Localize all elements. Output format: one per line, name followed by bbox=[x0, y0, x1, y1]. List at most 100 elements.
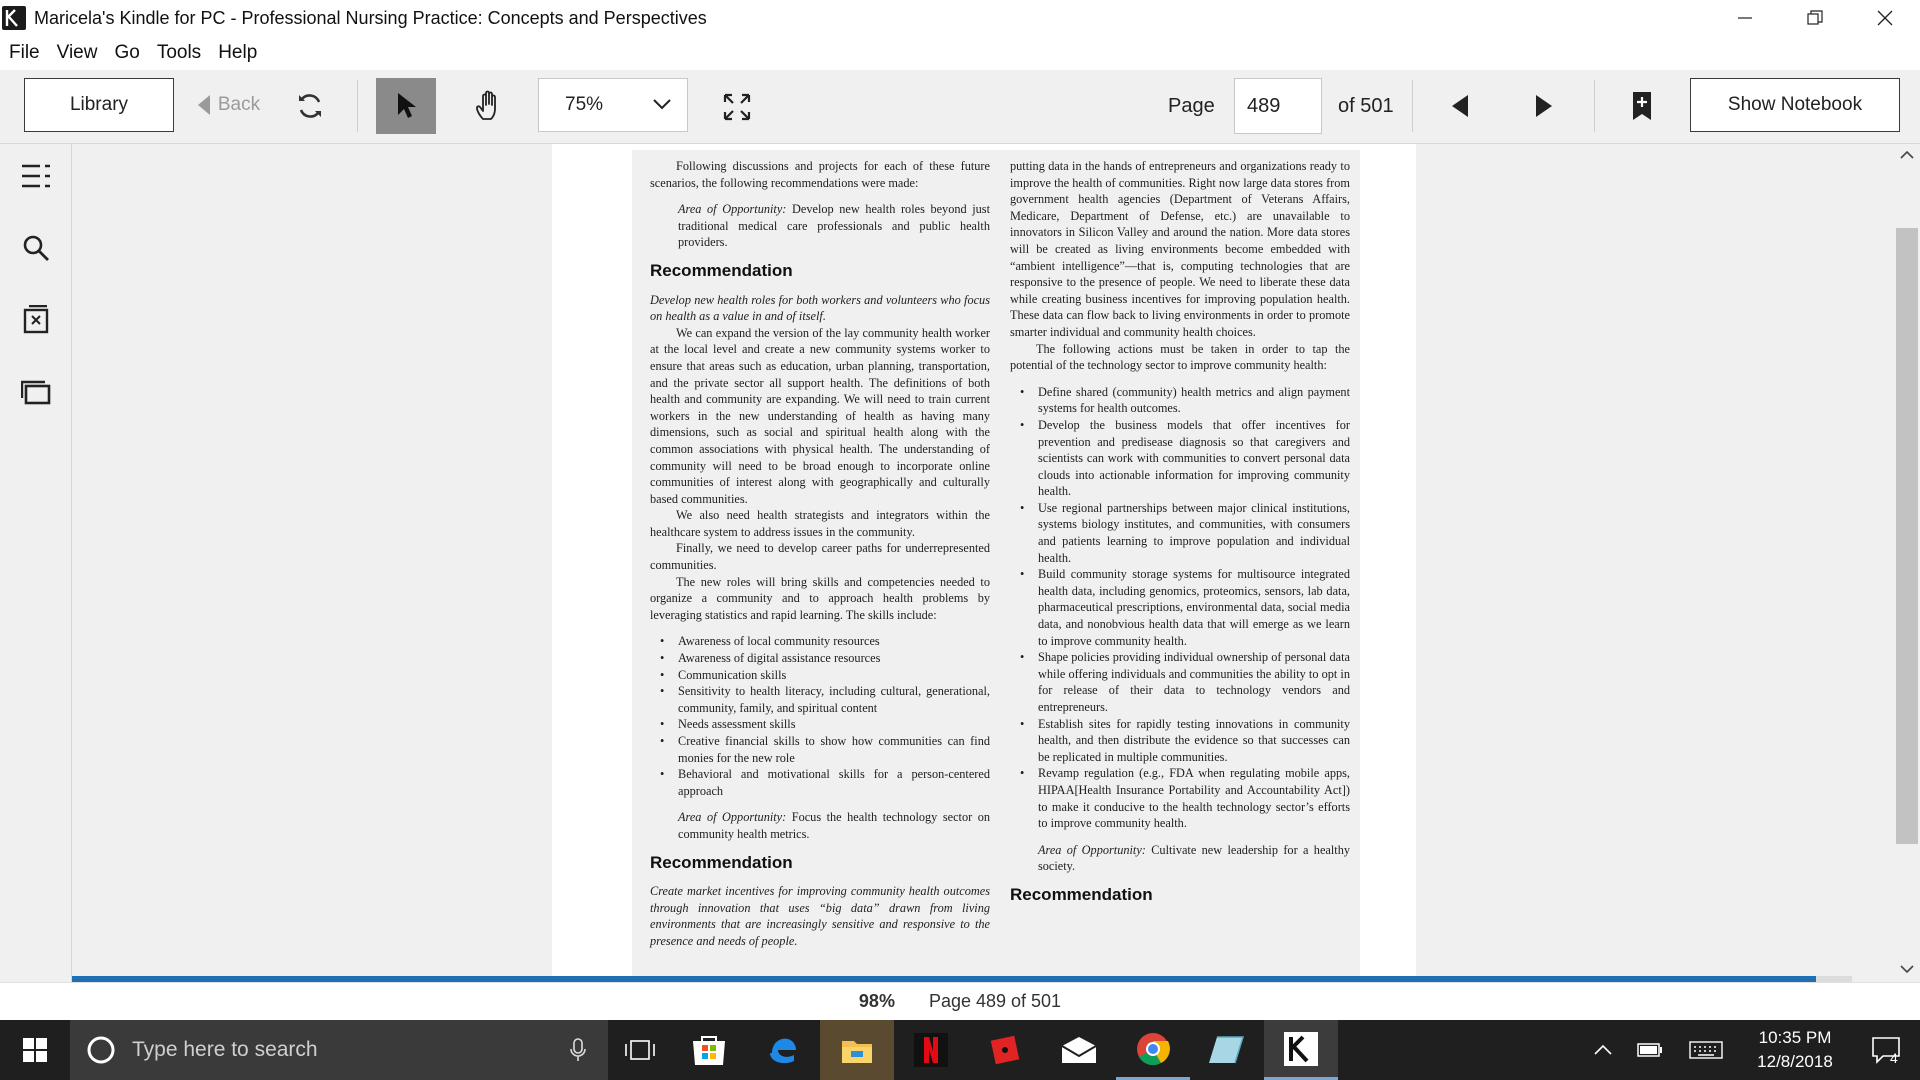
menu-go[interactable]: Go bbox=[105, 42, 147, 64]
toolbar-divider bbox=[1594, 80, 1595, 132]
chevron-down-icon bbox=[653, 99, 671, 110]
toolbar: Library Back 75% Page 489 of 501 Show No… bbox=[0, 70, 1920, 144]
task-view-button[interactable] bbox=[608, 1020, 672, 1080]
search-book-button[interactable] bbox=[18, 230, 54, 266]
chevron-up-icon bbox=[1594, 1044, 1612, 1055]
recommendation-heading: Recommendation bbox=[650, 852, 793, 872]
back-button[interactable]: Back bbox=[188, 78, 268, 132]
taskbar-store-app[interactable] bbox=[672, 1020, 746, 1080]
bullet-list-item: Build community storage systems for mult… bbox=[1010, 566, 1350, 649]
window-title: Maricela's Kindle for PC - Professional … bbox=[34, 7, 707, 28]
page-total: of 501 bbox=[1338, 94, 1394, 117]
kindle-reader-icon bbox=[1284, 1031, 1318, 1066]
microsoft-store-icon bbox=[693, 1036, 725, 1065]
cards-stack-icon bbox=[21, 380, 51, 405]
notes-app-icon bbox=[1209, 1036, 1245, 1064]
bullet-list-item: Define shared (community) health metrics… bbox=[1010, 384, 1350, 417]
taskbar-search-box[interactable]: Type here to search bbox=[70, 1020, 608, 1080]
bullet-list-item: Revamp regulation (e.g., FDA when regula… bbox=[1010, 765, 1350, 831]
scroll-down-icon[interactable] bbox=[1900, 964, 1914, 974]
full-screen-button[interactable] bbox=[716, 86, 758, 128]
bullet-list-item: Awareness of digital assistance resource… bbox=[650, 650, 990, 667]
status-bar: 98% Page 489 of 501 bbox=[0, 982, 1920, 1020]
book-left-column: Following discussions and projects for e… bbox=[650, 158, 990, 950]
notes-cards-button[interactable] bbox=[18, 374, 54, 410]
menu-tools[interactable]: Tools bbox=[148, 42, 209, 64]
book-page[interactable]: Following discussions and projects for e… bbox=[632, 150, 1360, 976]
table-of-contents-button[interactable] bbox=[18, 158, 54, 194]
add-bookmark-button[interactable] bbox=[1624, 84, 1660, 128]
action-center-button[interactable]: 4 bbox=[1858, 1020, 1914, 1080]
hand-tool-button[interactable] bbox=[468, 84, 512, 128]
bullet-list-item: Needs assessment skills bbox=[650, 716, 990, 733]
bullet-list-item: Sensitivity to health literacy, includin… bbox=[650, 683, 990, 716]
taskbar-notes-app[interactable] bbox=[1190, 1020, 1264, 1080]
chrome-browser-icon bbox=[1137, 1032, 1170, 1065]
clock-time: 10:35 PM bbox=[1758, 1028, 1832, 1047]
zoom-dropdown[interactable]: 75% bbox=[538, 78, 688, 132]
select-tool-button[interactable] bbox=[376, 78, 436, 134]
hand-icon bbox=[476, 90, 496, 120]
kindle-reader-icon bbox=[2, 6, 26, 30]
bullet-list-item: Use regional partnerships between major … bbox=[1010, 500, 1350, 566]
taskbar-edge-app[interactable] bbox=[746, 1020, 820, 1080]
area-of-opportunity-term: Area of Opportunity: bbox=[678, 202, 787, 217]
taskbar-kindle-app[interactable] bbox=[1264, 1020, 1338, 1080]
minimize-button[interactable] bbox=[1710, 0, 1780, 36]
menu-view[interactable]: View bbox=[48, 42, 106, 64]
taskbar-chrome-app[interactable] bbox=[1116, 1020, 1190, 1080]
scroll-up-icon[interactable] bbox=[1900, 150, 1914, 160]
bullet-list-item: Awareness of local community resources bbox=[650, 633, 990, 650]
bullet-list-item: Develop the business models that offer i… bbox=[1010, 417, 1350, 500]
body-paragraph: We can expand the version of the lay com… bbox=[650, 325, 990, 506]
taskbar-file-explorer-app[interactable] bbox=[820, 1020, 894, 1080]
battery-status[interactable] bbox=[1630, 1020, 1670, 1080]
bookmark-add-icon bbox=[1633, 92, 1651, 120]
show-hidden-icons-button[interactable] bbox=[1584, 1020, 1622, 1080]
close-icon bbox=[1877, 10, 1893, 26]
body-paragraph: The new roles will bring skills and comp… bbox=[650, 574, 990, 622]
progress-percent: 98% bbox=[858, 991, 895, 1011]
taskbar-mail-app[interactable] bbox=[1042, 1020, 1116, 1080]
bullet-list: Define shared (community) health metrics… bbox=[1010, 384, 1350, 832]
back-label: Back bbox=[217, 94, 261, 115]
page-number-value: 489 bbox=[1247, 94, 1281, 117]
recommendation-heading: Recommendation bbox=[650, 260, 793, 280]
microphone-icon[interactable] bbox=[570, 1038, 586, 1062]
cursor-arrow-icon bbox=[398, 93, 416, 118]
fullscreen-icon bbox=[723, 93, 751, 121]
taskbar-netflix-app[interactable] bbox=[894, 1020, 968, 1080]
left-navigation-rail bbox=[0, 144, 72, 982]
body-paragraph: Finally, we need to develop career paths… bbox=[650, 541, 990, 573]
minimize-icon bbox=[1738, 17, 1752, 19]
touch-keyboard-button[interactable] bbox=[1680, 1020, 1732, 1080]
area-of-opportunity-paragraph: Area of Opportunity: Cultivate new leade… bbox=[1010, 842, 1350, 875]
red-square-app-icon bbox=[990, 1035, 1020, 1065]
flashcards-button[interactable] bbox=[18, 302, 54, 338]
close-button[interactable] bbox=[1850, 0, 1920, 36]
title-bar: Maricela's Kindle for PC - Professional … bbox=[0, 0, 1920, 36]
bullet-list-item: Establish sites for rapidly testing inno… bbox=[1010, 716, 1350, 766]
library-button[interactable]: Library bbox=[24, 78, 174, 132]
cortana-icon bbox=[87, 1036, 115, 1064]
netflix-icon bbox=[914, 1033, 948, 1067]
body-paragraph: We also need health strategists and inte… bbox=[650, 508, 990, 539]
taskbar-red-app[interactable] bbox=[968, 1020, 1042, 1080]
menu-bar: File View Go Tools Help bbox=[0, 36, 1920, 70]
body-paragraph: Following discussions and projects for e… bbox=[650, 159, 990, 190]
next-page-button[interactable] bbox=[1526, 84, 1562, 128]
sync-button[interactable] bbox=[290, 86, 330, 126]
page-number-input[interactable]: 489 bbox=[1234, 78, 1322, 134]
page-label: Page bbox=[1168, 94, 1215, 117]
show-notebook-button[interactable]: Show Notebook bbox=[1690, 78, 1900, 132]
start-button[interactable] bbox=[0, 1020, 70, 1080]
menu-file[interactable]: File bbox=[0, 42, 48, 64]
next-triangle-icon bbox=[1536, 95, 1552, 117]
keyboard-icon bbox=[1689, 1041, 1723, 1059]
menu-help[interactable]: Help bbox=[209, 42, 265, 64]
restore-button[interactable] bbox=[1780, 0, 1850, 36]
scrollbar-thumb[interactable] bbox=[1896, 228, 1918, 844]
mail-envelope-icon bbox=[1061, 1037, 1097, 1063]
previous-page-button[interactable] bbox=[1442, 84, 1478, 128]
taskbar-clock[interactable]: 10:35 PM 12/8/2018 bbox=[1740, 1020, 1850, 1080]
